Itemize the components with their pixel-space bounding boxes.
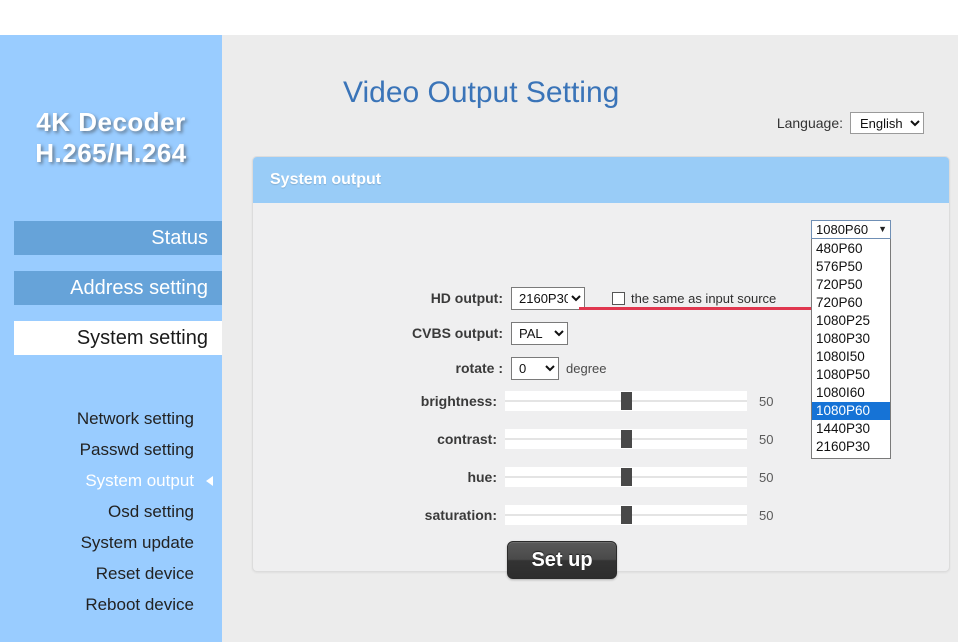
- cvbs-output-label: CVBS output:: [412, 325, 503, 341]
- contrast-slider-thumb[interactable]: [621, 430, 632, 448]
- hue-slider-thumb[interactable]: [621, 468, 632, 486]
- page-title: Video Output Setting: [343, 76, 620, 109]
- sidebar-item-reset-device[interactable]: Reset device: [0, 559, 222, 589]
- hue-slider-row: hue: 50: [253, 466, 949, 488]
- sidebar-item-network-setting[interactable]: Network setting: [0, 404, 222, 434]
- rotate-unit-label: degree: [566, 360, 607, 376]
- sidebar-item-osd-setting-label: Osd setting: [108, 502, 194, 521]
- dropdown-option-list: 480P60 576P50 720P50 720P60 1080P25 1080…: [811, 239, 891, 459]
- hd-output-dropdown-popup[interactable]: 1080P60 ▼ 480P60 576P50 720P50 720P60 10…: [811, 220, 891, 459]
- sidebar-item-system-output[interactable]: System output: [0, 466, 222, 496]
- dropdown-current-value-label: 1080P60: [816, 221, 869, 237]
- sidebar: 4K Decoder H.265/H.264 Status Address se…: [0, 35, 222, 642]
- rotate-select[interactable]: 0: [511, 356, 559, 380]
- dropdown-option[interactable]: 1080I50: [812, 348, 890, 366]
- sidebar-item-passwd-setting-label: Passwd setting: [79, 440, 194, 459]
- dropdown-option-selected[interactable]: 1080P60: [812, 402, 890, 420]
- saturation-slider[interactable]: [505, 505, 747, 525]
- page-root: 4K Decoder H.265/H.264 Status Address se…: [0, 0, 958, 642]
- sidebar-item-system-update[interactable]: System update: [0, 528, 222, 558]
- dropdown-option[interactable]: 480P60: [812, 240, 890, 258]
- brand-line-1: 4K Decoder: [36, 107, 186, 137]
- dropdown-option[interactable]: 1080I60: [812, 384, 890, 402]
- language-select[interactable]: English: [850, 112, 924, 134]
- sidebar-item-status[interactable]: Status: [14, 221, 222, 255]
- sidebar-item-osd-setting[interactable]: Osd setting: [0, 497, 222, 527]
- cvbs-output-select[interactable]: PAL: [511, 321, 568, 345]
- sidebar-item-reboot-device[interactable]: Reboot device: [0, 590, 222, 620]
- dropdown-option[interactable]: 720P60: [812, 294, 890, 312]
- brightness-value: 50: [759, 393, 774, 409]
- dropdown-option[interactable]: 2160P30: [812, 438, 890, 456]
- panel-title: System output: [253, 157, 949, 203]
- saturation-slider-thumb[interactable]: [621, 506, 632, 524]
- contrast-slider[interactable]: [505, 429, 747, 449]
- sidebar-item-system-update-label: System update: [80, 533, 194, 552]
- brand-logo: 4K Decoder H.265/H.264: [0, 107, 222, 169]
- hue-slider[interactable]: [505, 467, 747, 487]
- saturation-value: 50: [759, 507, 774, 523]
- sidebar-item-reset-device-label: Reset device: [95, 564, 194, 583]
- hd-output-label: HD output:: [430, 290, 503, 306]
- saturation-label: saturation:: [424, 507, 497, 523]
- dropdown-option[interactable]: 720P50: [812, 276, 890, 294]
- saturation-slider-row: saturation: 50: [253, 504, 949, 526]
- sidebar-item-system-setting[interactable]: System setting: [14, 321, 222, 355]
- top-white-band: [0, 0, 958, 35]
- set-up-button[interactable]: Set up: [507, 541, 617, 579]
- sidebar-item-address-setting-label: Address setting: [70, 277, 208, 299]
- same-as-input-checkbox[interactable]: [612, 291, 625, 305]
- same-as-input-wrap: the same as input source: [612, 291, 776, 306]
- dropdown-option[interactable]: 1440P30: [812, 420, 890, 438]
- hue-value: 50: [759, 469, 774, 485]
- contrast-value: 50: [759, 431, 774, 447]
- sidebar-item-system-output-label: System output: [85, 471, 194, 490]
- sidebar-item-network-setting-label: Network setting: [76, 409, 194, 428]
- hd-output-select[interactable]: 2160P30: [511, 286, 585, 310]
- sidebar-item-system-setting-label: System setting: [76, 327, 208, 349]
- language-selector: Language: English: [777, 112, 924, 134]
- dropdown-option[interactable]: 576P50: [812, 258, 890, 276]
- brightness-slider-thumb[interactable]: [621, 392, 632, 410]
- brightness-slider[interactable]: [505, 391, 747, 411]
- dropdown-option[interactable]: 1080P25: [812, 312, 890, 330]
- rotate-label: rotate :: [455, 360, 503, 376]
- sidebar-item-status-label: Status: [151, 227, 208, 249]
- sidebar-item-reboot-device-label: Reboot device: [85, 595, 194, 614]
- selected-arrow-icon: [206, 476, 213, 486]
- brightness-label: brightness:: [420, 393, 497, 409]
- sidebar-item-passwd-setting[interactable]: Passwd setting: [0, 435, 222, 465]
- dropdown-option[interactable]: 1080P30: [812, 330, 890, 348]
- dropdown-option[interactable]: 1080P50: [812, 366, 890, 384]
- contrast-label: contrast:: [437, 431, 497, 447]
- dropdown-current-value[interactable]: 1080P60 ▼: [811, 220, 891, 239]
- brand-line-2: H.265/H.264: [35, 138, 187, 168]
- same-as-input-label: the same as input source: [631, 290, 777, 306]
- chevron-down-icon: ▼: [878, 224, 887, 234]
- language-label: Language:: [776, 115, 843, 131]
- sidebar-item-address-setting[interactable]: Address setting: [14, 271, 222, 305]
- hue-label: hue:: [467, 469, 497, 485]
